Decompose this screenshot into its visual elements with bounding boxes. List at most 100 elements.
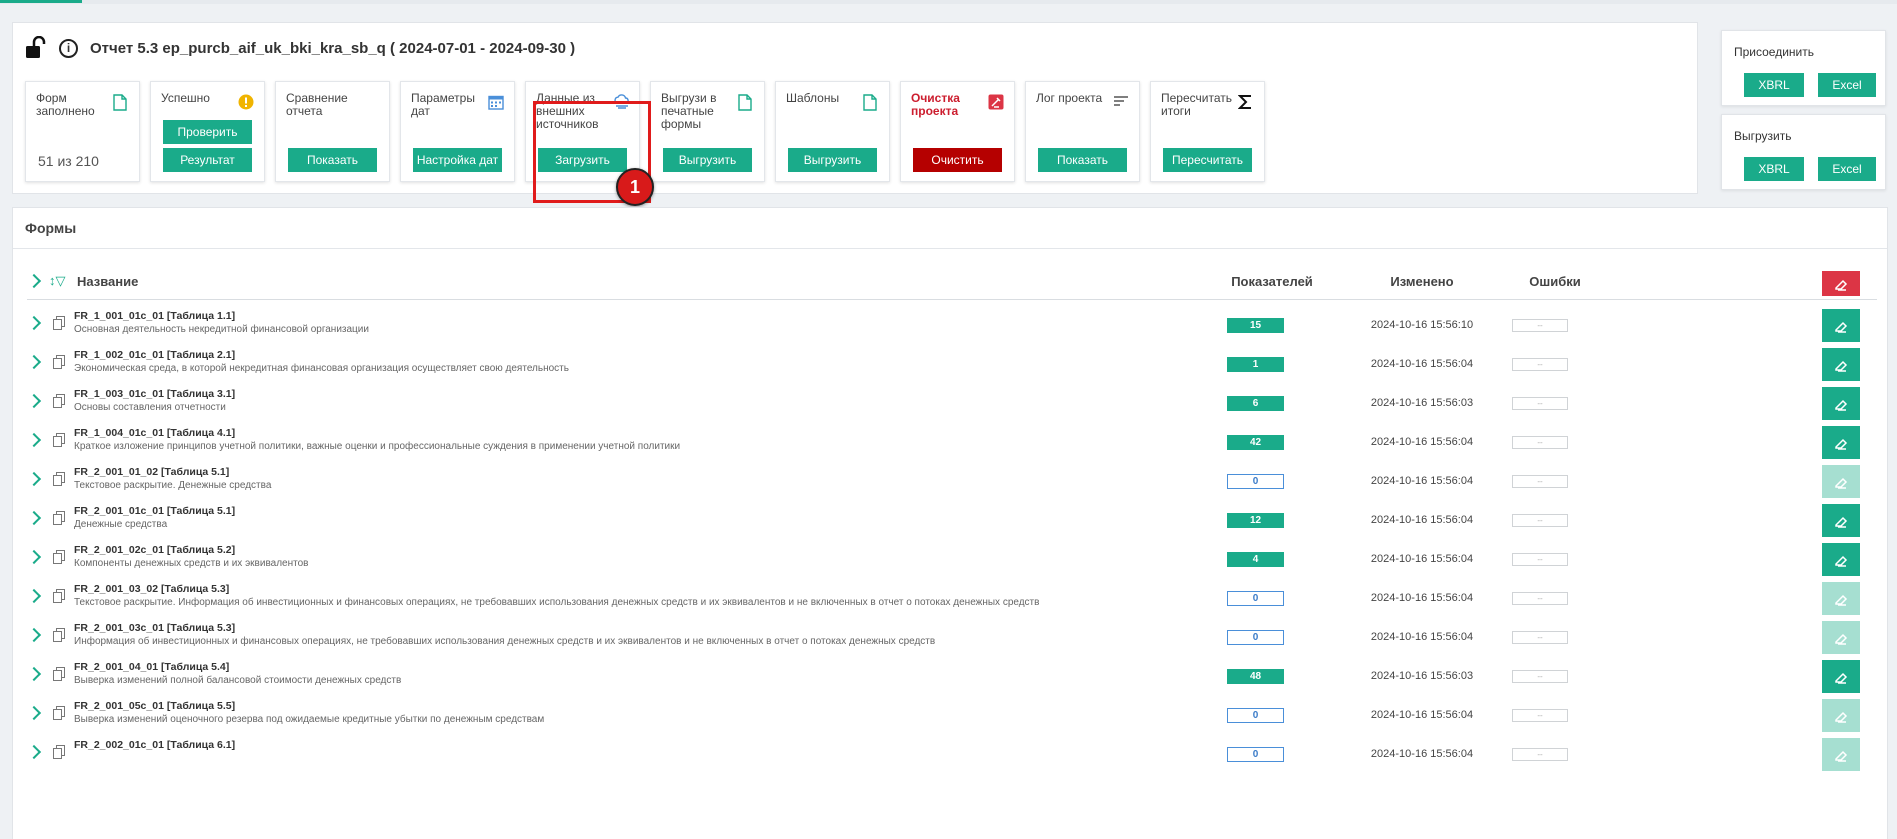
copy-icon[interactable] [53, 511, 65, 525]
modified-date: 2024-10-16 15:56:03 [1370, 397, 1474, 409]
templates-export-button[interactable]: Выгрузить [788, 148, 877, 172]
expand-chevron-icon[interactable] [26, 510, 42, 526]
copy-icon[interactable] [53, 628, 65, 642]
modified-date: 2024-10-16 15:56:03 [1370, 670, 1474, 682]
form-description: Денежные средства [74, 519, 168, 530]
form-name[interactable]: FR_1_004_01c_01 [Таблица 4.1] [74, 427, 235, 439]
copy-icon[interactable] [53, 667, 65, 681]
tile-forms-filled: Форм заполнено 51 из 210 [25, 81, 140, 182]
compare-show-button[interactable]: Показать [288, 148, 377, 172]
clear-form-button[interactable] [1822, 543, 1860, 576]
expand-chevron-icon[interactable] [26, 627, 42, 643]
forms-table-header: ↕▽ Название Показателей Изменено Ошибки [26, 264, 1877, 300]
table-row[interactable]: FR_2_002_01c_01 [Таблица 6.1] 0 2024-10-16… [26, 731, 1877, 778]
forms-title: Формы [25, 220, 77, 236]
form-name[interactable]: FR_2_001_04_01 [Таблица 5.4] [74, 661, 229, 673]
expand-chevron-icon[interactable] [26, 315, 42, 331]
clear-form-button[interactable] [1822, 309, 1860, 342]
expand-chevron-icon[interactable] [26, 666, 42, 682]
expand-chevron-icon[interactable] [26, 705, 42, 721]
expand-chevron-icon[interactable] [26, 549, 42, 565]
log-show-button[interactable]: Показать [1038, 148, 1127, 172]
form-name[interactable]: FR_2_001_01c_01 [Таблица 5.1] [74, 505, 235, 517]
copy-icon[interactable] [53, 472, 65, 486]
count-badge: 42 [1227, 435, 1284, 450]
errors-cell: -- [1512, 436, 1568, 449]
form-name[interactable]: FR_2_002_01c_01 [Таблица 6.1] [74, 739, 235, 751]
form-name[interactable]: FR_1_002_01c_01 [Таблица 2.1] [74, 349, 235, 361]
forms-card: Формы ↕▽ Название Показателей Изменено О… [12, 207, 1888, 839]
expand-chevron-icon[interactable] [26, 393, 42, 409]
print-export-button[interactable]: Выгрузить [663, 148, 752, 172]
expand-chevron-icon[interactable] [26, 354, 42, 370]
attach-xbrl-button[interactable]: XBRL [1744, 73, 1804, 97]
errors-cell: -- [1512, 475, 1568, 488]
expand-chevron-icon[interactable] [26, 432, 42, 448]
copy-icon[interactable] [53, 745, 65, 759]
expand-chevron-icon[interactable] [26, 471, 42, 487]
form-description: Компоненты денежных средств и их эквивал… [74, 558, 309, 569]
attach-excel-button[interactable]: Excel [1818, 73, 1876, 97]
header-count[interactable]: Показателей [1222, 274, 1322, 289]
clear-form-button[interactable] [1822, 426, 1860, 459]
form-description: Основная деятельность некредитной финанс… [74, 324, 369, 335]
clear-all-button[interactable] [1822, 271, 1860, 296]
tile-label: Шаблоны [786, 91, 840, 105]
form-name[interactable]: FR_2_001_02c_01 [Таблица 5.2] [74, 544, 235, 556]
tile-project-clear: Очистка проекта Очистить [900, 81, 1015, 182]
clear-form-button[interactable] [1822, 348, 1860, 381]
errors-cell: -- [1512, 592, 1568, 605]
sigma-icon [1237, 94, 1254, 112]
clear-form-button[interactable] [1822, 621, 1860, 654]
check-button[interactable]: Проверить [163, 120, 252, 144]
clear-form-button[interactable] [1822, 504, 1860, 537]
unlock-icon[interactable] [25, 35, 47, 60]
modified-date: 2024-10-16 15:56:10 [1370, 319, 1474, 331]
attach-card: Присоединить XBRL Excel [1721, 30, 1886, 106]
result-button[interactable]: Результат [163, 148, 252, 172]
form-name[interactable]: FR_1_001_01c_01 [Таблица 1.1] [74, 310, 235, 322]
errors-cell: -- [1512, 553, 1568, 566]
clear-form-button[interactable] [1822, 738, 1860, 771]
export-xbrl-button[interactable]: XBRL [1744, 157, 1804, 181]
tile-date-params: Параметры дат Настройка дат [400, 81, 515, 182]
header-modified[interactable]: Изменено [1362, 274, 1482, 289]
form-name[interactable]: FR_1_003_01c_01 [Таблица 3.1] [74, 388, 235, 400]
copy-icon[interactable] [53, 433, 65, 447]
copy-icon[interactable] [53, 550, 65, 564]
info-icon[interactable]: i [59, 38, 78, 58]
clear-form-button[interactable] [1822, 660, 1860, 693]
errors-cell: -- [1512, 397, 1568, 410]
form-description: Информация об инвестиционных и финансовы… [74, 636, 936, 647]
export-excel-button[interactable]: Excel [1818, 157, 1876, 181]
clear-form-button[interactable] [1822, 699, 1860, 732]
clear-form-button[interactable] [1822, 465, 1860, 498]
form-name[interactable]: FR_2_001_05c_01 [Таблица 5.5] [74, 700, 235, 712]
header-name[interactable]: Название [77, 274, 138, 289]
sort-filter-icon[interactable]: ↕▽ [49, 273, 66, 289]
copy-icon[interactable] [53, 316, 65, 330]
divider [13, 248, 1887, 249]
date-settings-button[interactable]: Настройка дат [413, 148, 502, 172]
clear-project-button[interactable]: Очистить [913, 148, 1002, 172]
expand-chevron-icon[interactable] [26, 588, 42, 604]
copy-icon[interactable] [53, 394, 65, 408]
header-errors[interactable]: Ошибки [1515, 274, 1595, 289]
clear-form-button[interactable] [1822, 582, 1860, 615]
modified-date: 2024-10-16 15:56:04 [1370, 475, 1474, 487]
tile-label: Успешно [161, 91, 210, 105]
form-name[interactable]: FR_2_001_03_02 [Таблица 5.3] [74, 583, 229, 595]
copy-icon[interactable] [53, 355, 65, 369]
copy-icon[interactable] [53, 589, 65, 603]
clear-form-button[interactable] [1822, 387, 1860, 420]
expand-chevron-icon[interactable] [26, 744, 42, 760]
copy-icon[interactable] [53, 706, 65, 720]
form-name[interactable]: FR_2_001_03c_01 [Таблица 5.3] [74, 622, 235, 634]
modified-date: 2024-10-16 15:56:04 [1370, 748, 1474, 760]
recalculate-button[interactable]: Пересчитать [1163, 148, 1252, 172]
expand-all-chevron-icon[interactable] [26, 273, 42, 289]
form-description: Текстовое раскрытие. Информация об инвес… [74, 597, 1040, 608]
errors-cell: -- [1512, 319, 1568, 332]
form-name[interactable]: FR_2_001_01_02 [Таблица 5.1] [74, 466, 229, 478]
document-icon [863, 94, 879, 112]
